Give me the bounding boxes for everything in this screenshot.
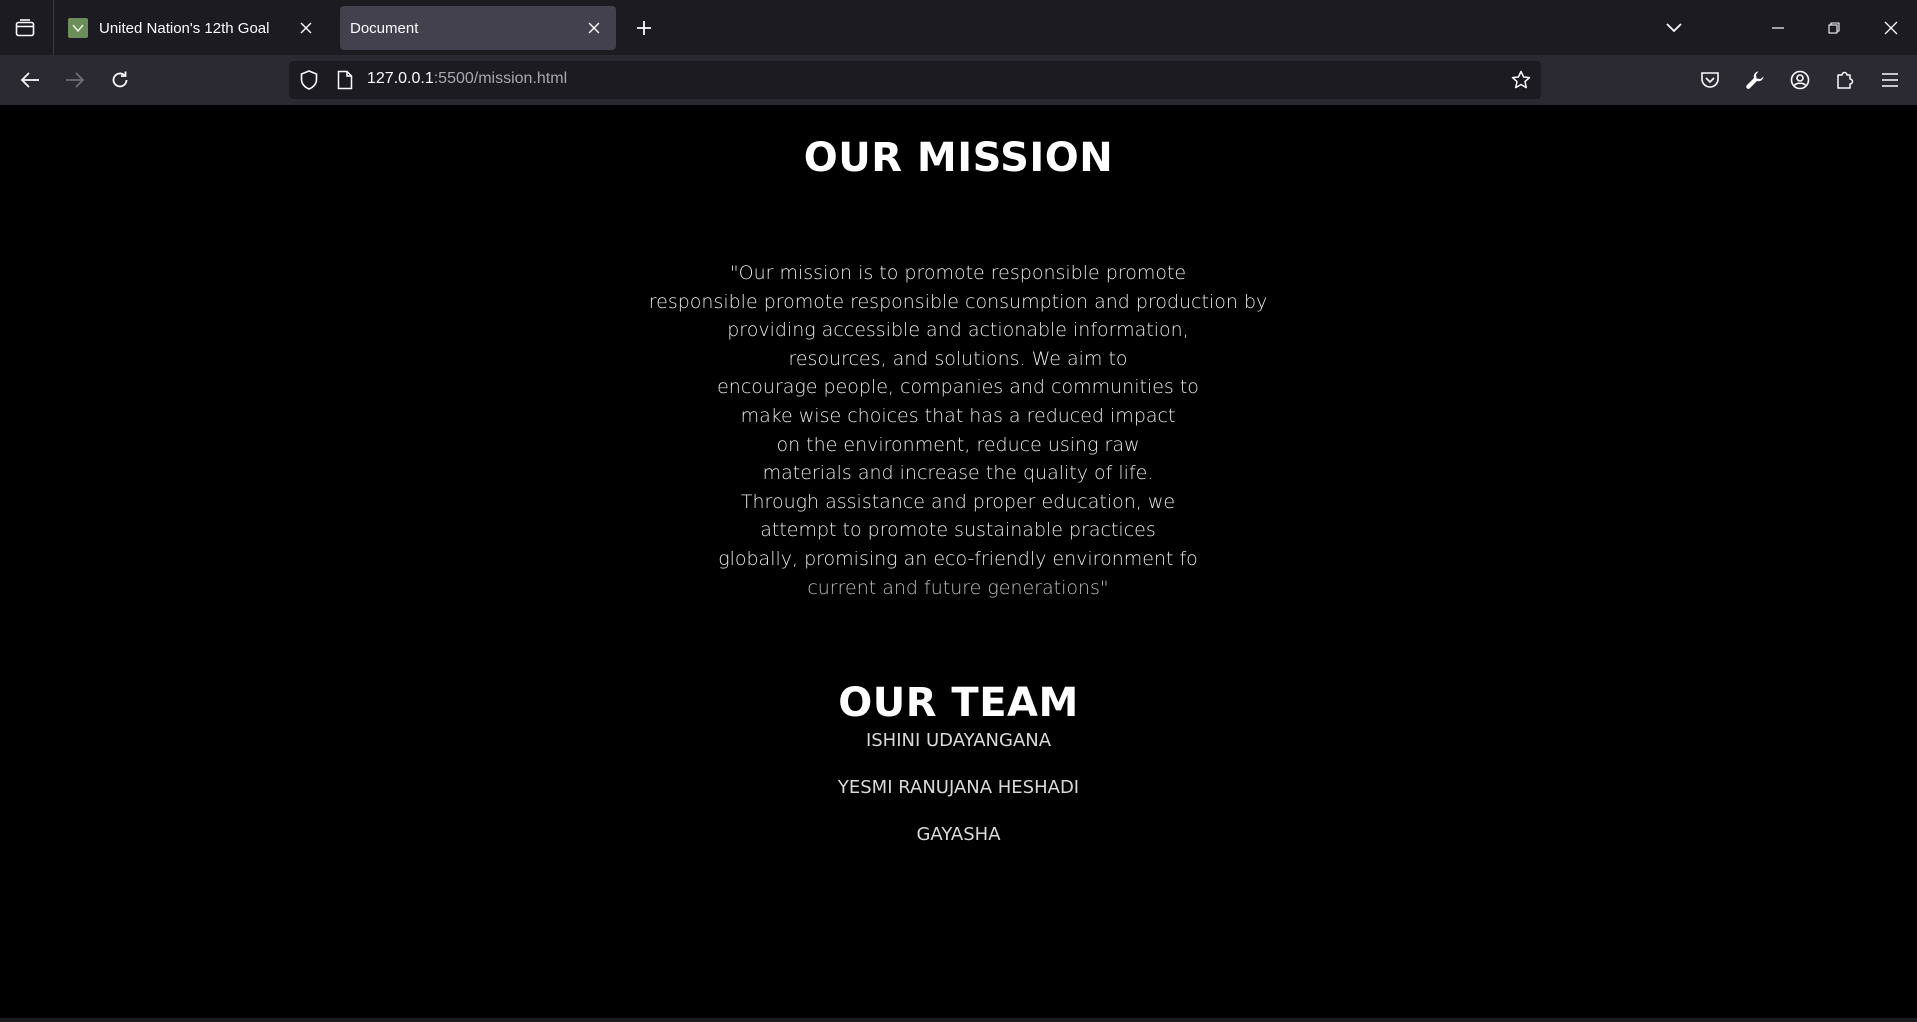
arrow-right-icon [65, 71, 85, 89]
restore-icon [1828, 22, 1840, 34]
page-info-icon[interactable] [333, 68, 357, 92]
mission-line: on the environment, reduce using raw [776, 433, 1140, 456]
tracking-protection-shield-icon[interactable] [297, 68, 321, 92]
url-text[interactable]: 127.0.0.1:5500/mission.html [367, 70, 567, 88]
mission-line: providing accessible and actionable info… [727, 319, 1189, 342]
reload-button[interactable] [102, 62, 138, 98]
mission-line: materials and increase the quality of li… [762, 462, 1154, 485]
team-member-list: ISHINI UDAYANGANA YESMI RANUJANA HESHADI… [0, 717, 1917, 858]
mission-statement: "Our mission is to promote responsible p… [608, 259, 1308, 602]
back-button[interactable] [12, 62, 48, 98]
minimize-button[interactable] [1760, 10, 1796, 46]
page-content: OUR MISSION "Our mission is to promote r… [0, 105, 1917, 1022]
developer-tools-button[interactable] [1737, 62, 1773, 98]
page-bottom-edge [0, 1018, 1917, 1022]
url-host: 127.0.0.1 [367, 70, 434, 87]
team-member: YESMI RANUJANA HESHADI [837, 777, 1080, 798]
new-tab-button[interactable] [628, 12, 660, 44]
mission-line: attempt to promote sustainable practices [760, 519, 1156, 542]
mission-line: resources, and solutions. We aim to [788, 347, 1128, 370]
mission-heading: OUR MISSION [803, 135, 1114, 181]
application-menu-button[interactable] [1872, 62, 1908, 98]
close-tab-icon[interactable] [582, 16, 606, 40]
restore-button[interactable] [1816, 10, 1852, 46]
close-tab-icon[interactable] [294, 16, 318, 40]
account-button[interactable] [1782, 62, 1818, 98]
forward-button[interactable] [57, 62, 93, 98]
pocket-button[interactable] [1692, 62, 1728, 98]
close-window-button[interactable] [1873, 10, 1909, 46]
minimize-icon [1772, 27, 1784, 29]
tab-list-icon [15, 19, 35, 37]
tab-title: United Nation's 12th Goal [99, 19, 270, 37]
close-icon [1884, 21, 1898, 35]
list-all-tabs-button[interactable] [8, 12, 42, 44]
site-favicon-icon [68, 18, 88, 38]
navigation-toolbar: 127.0.0.1:5500/mission.html [0, 55, 1917, 105]
pocket-icon [1700, 71, 1720, 89]
bookmark-star-icon[interactable] [1509, 68, 1533, 92]
mission-line: globally, promising an eco-friendly envi… [718, 547, 1198, 570]
wrench-icon [1745, 70, 1765, 90]
tab-overflow-button[interactable] [1656, 10, 1692, 46]
arrow-left-icon [20, 71, 40, 89]
tab-document[interactable]: Document [340, 6, 616, 50]
hamburger-menu-icon [1881, 73, 1899, 87]
mission-line: current and future generations" [807, 576, 1109, 599]
mission-line: make wise choices that has a reduced imp… [740, 404, 1176, 427]
tab-united-nations-goal[interactable]: United Nation's 12th Goal [58, 6, 328, 50]
reload-icon [110, 70, 130, 90]
team-member: GAYASHA [916, 824, 1001, 845]
url-path: :5500/mission.html [433, 70, 568, 87]
tab-strip: United Nation's 12th Goal Document [0, 0, 1917, 55]
tab-title: Document [350, 19, 419, 37]
team-member: ISHINI UDAYANGANA [865, 730, 1052, 751]
mission-line: responsible promote responsible consumpt… [648, 290, 1268, 313]
account-icon [1790, 70, 1810, 90]
address-bar[interactable]: 127.0.0.1:5500/mission.html [289, 61, 1541, 99]
tab-divider [53, 0, 54, 55]
puzzle-piece-icon [1835, 70, 1855, 90]
plus-icon [635, 19, 653, 37]
mission-line: encourage people, companies and communit… [717, 376, 1199, 399]
mission-line: Through assistance and proper education,… [740, 490, 1176, 513]
extensions-button[interactable] [1827, 62, 1863, 98]
chevron-down-icon [1666, 23, 1682, 33]
mission-line: "Our mission is to promote responsible p… [729, 262, 1187, 284]
